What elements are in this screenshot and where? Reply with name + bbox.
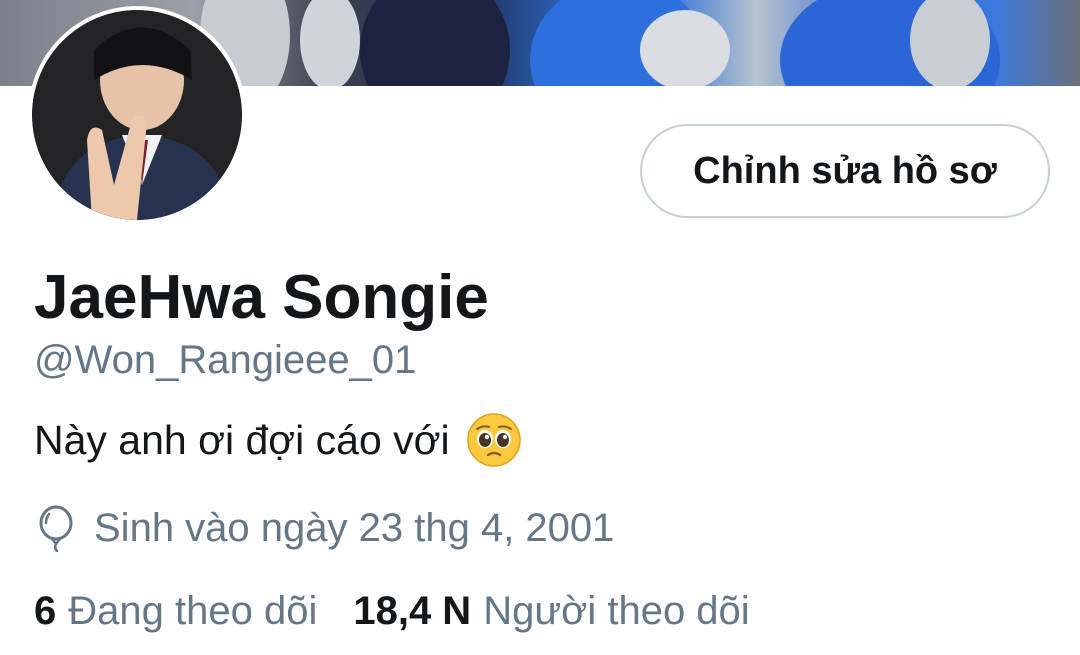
- following-count: 6: [34, 589, 57, 633]
- followers-count: 18,4 N: [353, 589, 472, 633]
- banner-balloon: [300, 0, 360, 86]
- banner-balloon: [910, 0, 990, 86]
- edit-profile-button[interactable]: Chỉnh sửa hồ sơ: [640, 124, 1050, 218]
- avatar-photo: [32, 10, 242, 220]
- avatar-illustration: [32, 10, 242, 220]
- profile-bio: Này anh ơi đợi cáo với: [34, 412, 522, 468]
- birthday-info: Sinh vào ngày 23 thg 4, 2001: [34, 504, 615, 553]
- bio-text: Này anh ơi đợi cáo với: [34, 416, 450, 463]
- banner-balloon: [640, 10, 730, 86]
- balloon-icon: [34, 504, 78, 553]
- followers-link[interactable]: 18,4 N Người theo dõi: [353, 589, 749, 634]
- following-link[interactable]: 6 Đang theo dõi: [34, 589, 317, 634]
- profile-avatar[interactable]: [28, 6, 246, 224]
- follow-stats: 6 Đang theo dõi 18,4 N Người theo dõi: [34, 589, 750, 634]
- following-label: Đang theo dõi: [68, 589, 318, 633]
- followers-label: Người theo dõi: [483, 589, 750, 633]
- birthday-text: Sinh vào ngày 23 thg 4, 2001: [94, 505, 615, 550]
- display-name: JaeHwa Songie: [34, 263, 489, 332]
- banner-figure: [360, 0, 510, 86]
- username-handle: @Won_Rangieee_01: [34, 338, 417, 382]
- pleading-face-icon: [466, 412, 522, 468]
